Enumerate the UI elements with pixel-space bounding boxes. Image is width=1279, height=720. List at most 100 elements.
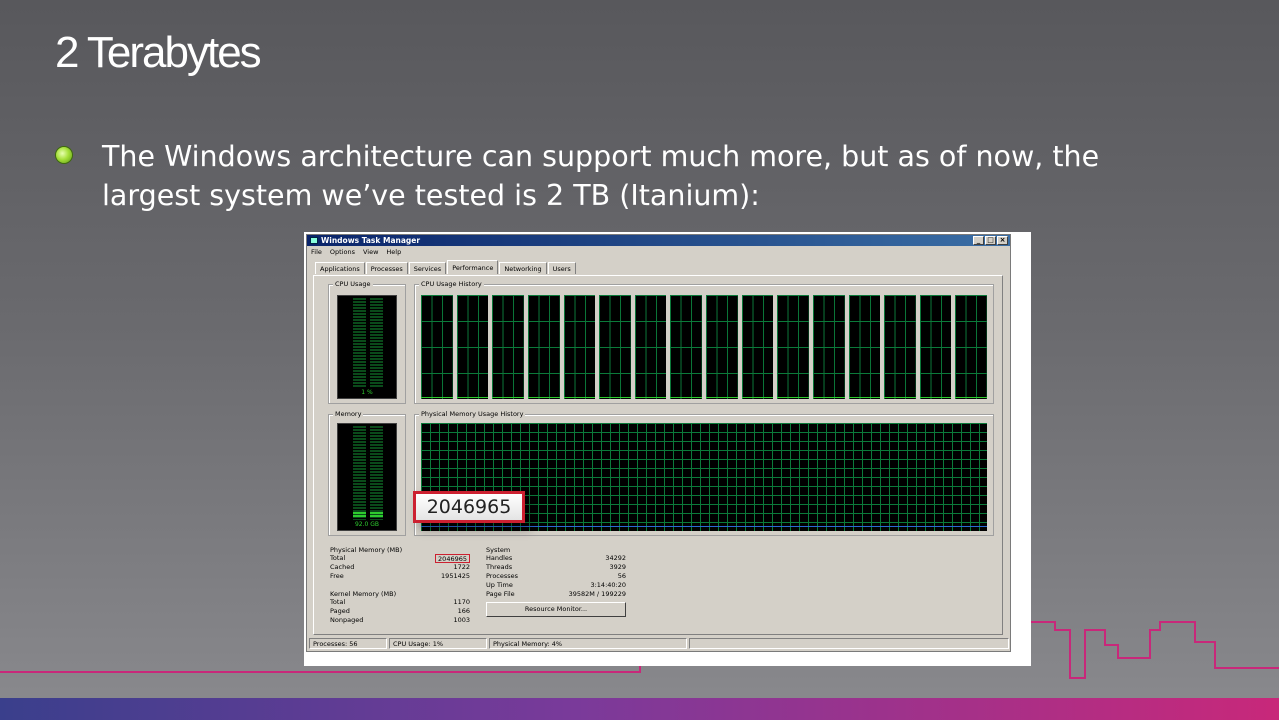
cpu-core-usage-line [421,397,453,398]
memory-history-label: Physical Memory Usage History [419,410,526,418]
status-cpu: CPU Usage: 1% [389,638,487,649]
task-manager-icon [310,237,318,244]
cpu-core-usage-line [492,397,524,398]
menu-file[interactable]: File [311,248,322,256]
tab-users[interactable]: Users [547,262,576,274]
cpu-core-graph [884,295,916,399]
cpu-core-graph [527,295,560,399]
info-row: Cached 1722 [330,563,470,572]
close-button[interactable]: × [997,236,1008,245]
cpu-usage-value: 1 % [361,389,373,396]
cpu-usage-label: CPU Usage [333,280,373,288]
cpu-meter-bars [339,298,397,388]
cpu-core-usage-line [955,397,987,398]
cpu-core-graph [848,295,881,399]
menu-help[interactable]: Help [386,248,401,256]
info-value: 166 [457,607,470,615]
kernel-memory-group: Kernel Memory (MB) Total 1170 Paged 166 No… [330,590,470,630]
maximize-button[interactable]: □ [985,236,996,245]
info-value: 3929 [609,563,626,571]
tab-processes[interactable]: Processes [365,262,408,274]
info-row: Up Time 3:14:40:20 [486,581,626,590]
info-label: Free [330,572,344,580]
info-value: 56 [617,572,626,580]
info-row: Total 2046965 [330,554,470,563]
cpu-core-usage-line [848,397,881,398]
cpu-core-graph [599,295,631,399]
cpu-core-usage-line [777,397,809,398]
status-bar: Processes: 56 CPU Usage: 1% Physical Mem… [309,638,1009,650]
cpu-core-usage-line [634,397,667,398]
memory-value: 92.0 GB [354,521,380,528]
task-manager-window: Windows Task Manager _ □ × File Options … [306,234,1011,652]
memory-usage-line [421,526,987,527]
cpu-core-usage-line [812,397,845,398]
info-row: Processes 56 [486,572,626,581]
menu-view[interactable]: View [363,248,378,256]
info-row: Nonpaged 1003 [330,616,470,625]
window-titlebar[interactable]: Windows Task Manager _ □ × [307,235,1010,246]
info-value: 1003 [453,616,470,624]
resource-monitor-button[interactable]: Resource Monitor... [486,602,626,617]
info-value: 1722 [453,563,470,571]
cpu-core-graph [741,295,774,399]
cpu-core-usage-line [456,397,489,398]
slide-title: 2 Terabytes [55,28,262,77]
status-physical-memory: Physical Memory: 4% [489,638,687,649]
info-value: 34292 [605,554,626,562]
cpu-core-graph [812,295,845,399]
cpu-core-graph [670,295,702,399]
cpu-core-usage-line [527,397,560,398]
cpu-core-graph [563,295,596,399]
info-row: Total 1170 [330,598,470,607]
info-label: Processes [486,572,519,580]
cpu-core-graph [706,295,738,399]
info-label: Handles [486,554,513,562]
bullet-text: The Windows architecture can support muc… [102,140,1100,212]
cpu-core-usage-line [563,397,596,398]
tab-applications[interactable]: Applications [315,262,365,274]
bullet-icon [56,147,72,163]
memory-meter-bars [339,426,397,520]
cpu-meter: 1 % [337,295,397,399]
physical-memory-heading: Physical Memory (MB) [330,546,403,554]
info-row: Threads 3929 [486,563,626,572]
cpu-core-graph [421,295,453,399]
info-label: Up Time [486,581,513,589]
bottom-accent-bar [0,698,1279,720]
cpu-core-graph [919,295,952,399]
kernel-memory-heading: Kernel Memory (MB) [330,590,397,598]
physical-total-value: 2046965 [435,554,470,563]
info-row: Handles 34292 [486,554,626,563]
cpu-core-graph [955,295,987,399]
minimize-button[interactable]: _ [973,236,984,245]
task-manager-screenshot: Windows Task Manager _ □ × File Options … [304,232,1031,666]
cpu-history-group: CPU Usage History [414,280,994,404]
menu-bar: File Options View Help [307,246,1010,257]
status-empty [689,638,1009,649]
info-label: Total [330,554,346,562]
cpu-core-usage-line [741,397,774,398]
cpu-core-graph [492,295,524,399]
cpu-usage-group: CPU Usage 1 % [328,280,406,404]
cpu-core-usage-line [919,397,952,398]
cpu-core-graph [456,295,489,399]
physical-memory-group: Physical Memory (MB) Total 2046965 Cached… [330,546,470,586]
info-value: 1951425 [441,572,470,580]
cpu-core-usage-line [670,397,702,398]
tab-strip: Applications Processes Services Performa… [315,260,577,274]
cpu-core-usage-line [599,397,631,398]
cpu-core-graph [777,295,809,399]
system-heading: System [486,546,511,554]
performance-panel: CPU Usage 1 % CPU Usage History Memory 9… [313,275,1003,635]
info-row: Free 1951425 [330,572,470,581]
info-label: Cached [330,563,355,571]
info-value: 39582M / 199229 [568,590,626,598]
menu-options[interactable]: Options [330,248,355,256]
info-label: Threads [486,563,513,571]
info-row: Paged 166 [330,607,470,616]
tab-services[interactable]: Services [408,262,447,274]
tab-performance[interactable]: Performance [447,260,499,274]
tab-networking[interactable]: Networking [499,262,547,274]
cpu-core-usage-line [706,397,738,398]
